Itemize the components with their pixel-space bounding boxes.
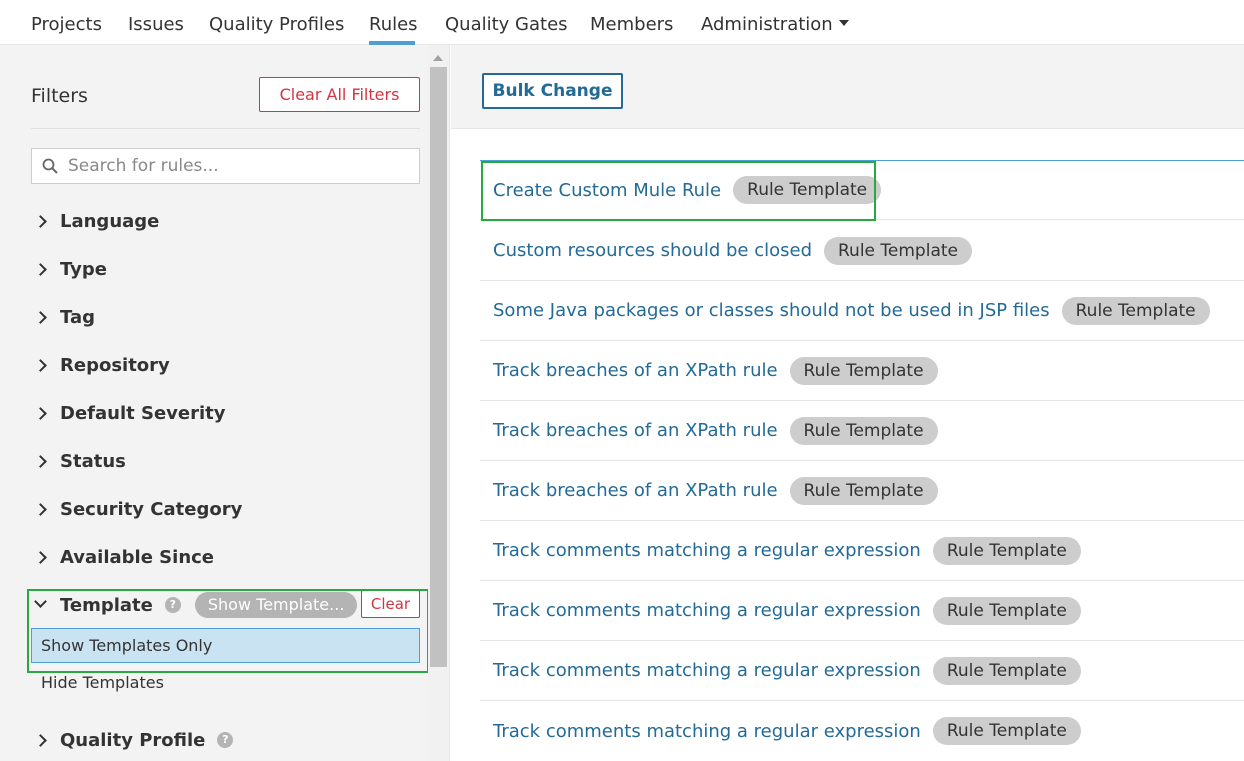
rule-row[interactable]: Track comments matching a regular expres…: [480, 521, 1244, 581]
rule-link[interactable]: Track breaches of an XPath rule: [493, 480, 778, 501]
chevron-right-icon: [34, 454, 47, 468]
facet-quality-profile[interactable]: Quality Profile?: [34, 725, 234, 755]
rule-link[interactable]: Track comments matching a regular expres…: [493, 660, 921, 681]
chevron-right-icon: [34, 358, 47, 372]
rule-template-badge: Rule Template: [789, 476, 938, 505]
facet-label: Repository: [60, 354, 170, 376]
template-facet-highlight: [27, 589, 429, 673]
scroll-thumb[interactable]: [430, 67, 447, 667]
scroll-up-icon[interactable]: [433, 55, 443, 61]
chevron-right-icon: [34, 550, 47, 564]
facet-label: Tag: [60, 306, 95, 328]
nav-rules[interactable]: Rules: [369, 14, 418, 35]
rule-link[interactable]: Track breaches of an XPath rule: [493, 360, 778, 381]
rule-link[interactable]: Track breaches of an XPath rule: [493, 420, 778, 441]
rule-template-badge: Rule Template: [789, 416, 938, 445]
rule-row[interactable]: Track comments matching a regular expres…: [480, 701, 1244, 761]
rule-template-badge: Rule Template: [932, 656, 1081, 685]
nav-projects[interactable]: Projects: [31, 14, 102, 35]
rule-template-badge: Rule Template: [789, 356, 938, 385]
filters-sidebar: Filters Clear All Filters Language Type …: [0, 45, 450, 761]
caret-down-icon: [838, 20, 849, 26]
rule-link[interactable]: Track comments matching a regular expres…: [493, 600, 921, 621]
rule-link[interactable]: Some Java packages or classes should not…: [493, 300, 1050, 321]
chevron-right-icon: [34, 262, 47, 276]
facet-repository[interactable]: Repository: [34, 350, 170, 380]
nav-quality-profiles[interactable]: Quality Profiles: [209, 14, 344, 35]
rule-template-badge: Rule Template: [932, 536, 1081, 565]
facet-tag[interactable]: Tag: [34, 302, 95, 332]
search-box: [31, 148, 420, 184]
chevron-right-icon: [34, 406, 47, 420]
facet-label: Quality Profile: [60, 729, 206, 751]
nav-administration[interactable]: Administration: [701, 14, 849, 35]
rule-row[interactable]: Custom resources should be closed Rule Te…: [480, 221, 1244, 281]
clear-all-filters-button[interactable]: Clear All Filters: [259, 77, 420, 112]
filters-title: Filters: [31, 85, 88, 107]
rule-row[interactable]: Track comments matching a regular expres…: [480, 581, 1244, 641]
facet-language[interactable]: Language: [34, 206, 160, 236]
chevron-right-icon: [34, 502, 47, 516]
main-toolbar: Bulk Change: [451, 45, 1244, 129]
rule-row[interactable]: Track breaches of an XPath rule Rule Temp…: [480, 461, 1244, 521]
chevron-right-icon: [34, 214, 47, 228]
facet-label: Available Since: [60, 546, 215, 568]
first-rule-highlight: [481, 161, 876, 221]
rule-link[interactable]: Track comments matching a regular expres…: [493, 721, 921, 742]
rule-link[interactable]: Track comments matching a regular expres…: [493, 540, 921, 561]
facet-default-severity[interactable]: Default Severity: [34, 398, 226, 428]
facet-available-since[interactable]: Available Since: [34, 542, 215, 572]
bulk-change-button[interactable]: Bulk Change: [482, 73, 623, 109]
facet-label: Type: [60, 258, 107, 280]
rule-template-badge: Rule Template: [1061, 296, 1210, 325]
rule-template-badge: Rule Template: [932, 717, 1081, 745]
facet-label: Security Category: [60, 498, 243, 520]
nav-issues[interactable]: Issues: [128, 14, 184, 35]
nav-quality-gates[interactable]: Quality Gates: [445, 14, 568, 35]
search-icon: [42, 158, 58, 174]
divider: [31, 128, 420, 129]
top-navigation: Projects Issues Quality Profiles Rules Q…: [0, 0, 1244, 45]
rule-row[interactable]: Track breaches of an XPath rule Rule Temp…: [480, 341, 1244, 401]
facet-label: Default Severity: [60, 402, 226, 424]
rule-template-badge: Rule Template: [932, 596, 1081, 625]
nav-members[interactable]: Members: [590, 14, 673, 35]
help-icon[interactable]: ?: [217, 732, 234, 748]
chevron-right-icon: [34, 733, 47, 747]
rule-template-badge: Rule Template: [824, 236, 972, 265]
rule-link[interactable]: Custom resources should be closed: [493, 240, 812, 261]
facet-label: Language: [60, 210, 160, 232]
rule-row[interactable]: Track breaches of an XPath rule Rule Temp…: [480, 401, 1244, 461]
option-hide-templates[interactable]: Hide Templates: [41, 673, 164, 692]
nav-administration-label: Administration: [701, 14, 833, 35]
facet-type[interactable]: Type: [34, 254, 107, 284]
facet-security-category[interactable]: Security Category: [34, 494, 243, 524]
rule-row[interactable]: Track comments matching a regular expres…: [480, 641, 1244, 701]
chevron-right-icon: [34, 310, 47, 324]
rule-row[interactable]: Some Java packages or classes should not…: [480, 281, 1244, 341]
facet-label: Status: [60, 450, 126, 472]
facet-status[interactable]: Status: [34, 446, 126, 476]
search-input[interactable]: [68, 149, 413, 183]
sidebar-scrollbar[interactable]: [428, 45, 449, 761]
